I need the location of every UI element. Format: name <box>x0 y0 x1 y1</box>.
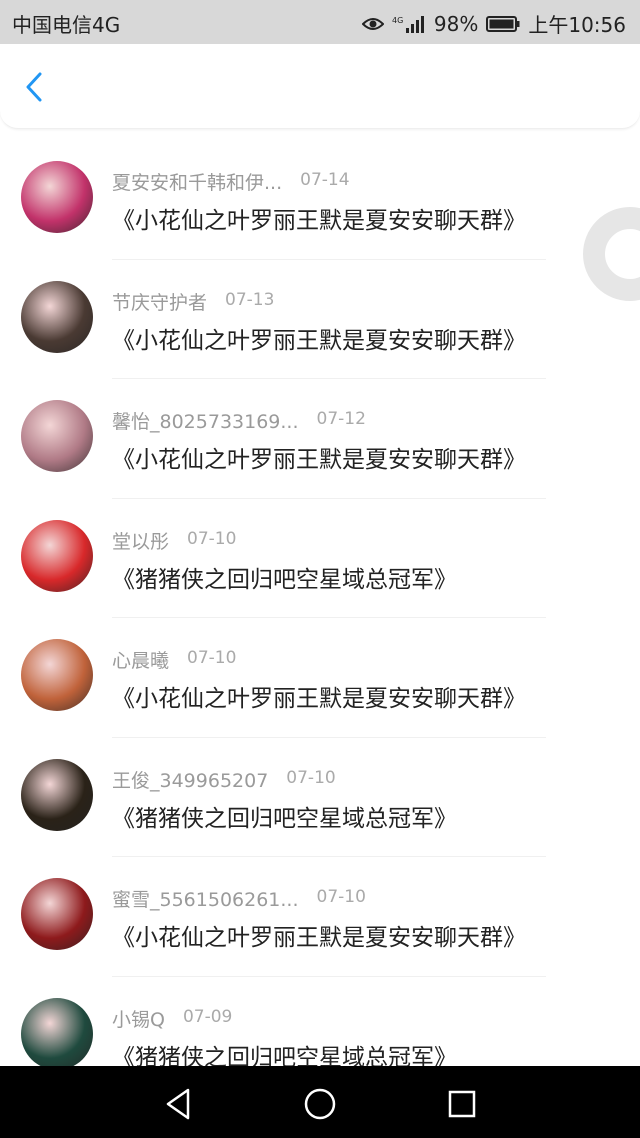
system-nav-bar <box>0 1066 640 1138</box>
sender-name: 小锡Q <box>112 1008 165 1031</box>
nav-back-button[interactable] <box>158 1084 198 1124</box>
avatar <box>21 280 93 353</box>
avatar <box>21 400 93 472</box>
signal-icon: 4G <box>392 15 424 33</box>
chevron-left-icon <box>26 72 42 102</box>
network-type-label: 4G <box>392 16 403 25</box>
avatar <box>21 519 93 592</box>
group-list[interactable]: 夏安安和千韩和伊... 07-14 《小花仙之叶罗丽王默是夏安安聊天群》 节庆守护者 0… <box>0 140 640 1066</box>
date-label: 07-10 <box>187 648 237 668</box>
status-icons: 4G 98% 上午10:56 <box>361 9 626 38</box>
date-label: 07-09 <box>182 1006 233 1027</box>
list-item[interactable]: 王俊_349965207 07-10 《猪猪侠之回归吧空星域总冠军》 <box>0 738 640 857</box>
carrier-label: 中国电信4G <box>12 13 121 37</box>
avatar <box>21 161 93 233</box>
date-label: 07-10 <box>316 887 366 907</box>
group-title: 《小花仙之叶罗丽王默是夏安安聊天群》 <box>112 327 526 354</box>
avatar <box>21 997 93 1066</box>
group-title: 《小花仙之叶罗丽王默是夏安安聊天群》 <box>112 686 526 712</box>
loading-spinner-icon <box>583 207 640 301</box>
status-bar: 中国电信4G 4G 98% 上午10:56 <box>0 0 640 44</box>
list-item[interactable]: 小锡Q 07-09 《猪猪侠之回归吧空星域总冠军》 <box>0 977 640 1067</box>
list-item[interactable]: 蜜雪_5561506261... 07-10 《小花仙之叶罗丽王默是夏安安聊天群》 <box>0 857 640 977</box>
avatar <box>21 878 93 950</box>
group-title: 《小花仙之叶罗丽王默是夏安安聊天群》 <box>112 925 526 951</box>
avatar <box>21 758 93 831</box>
date-label: 07-10 <box>187 528 237 549</box>
nav-home-button[interactable] <box>300 1084 340 1124</box>
list-item[interactable]: 节庆守护者 07-13 《小花仙之叶罗丽王默是夏安安聊天群》 <box>0 260 640 379</box>
list-item[interactable]: 心晨曦 07-10 《小花仙之叶罗丽王默是夏安安聊天群》 <box>0 618 640 738</box>
triangle-back-icon <box>166 1088 190 1120</box>
list-item[interactable]: 馨怡_8025733169... 07-12 《小花仙之叶罗丽王默是夏安安聊天群》 <box>0 379 640 499</box>
date-label: 07-14 <box>300 170 350 190</box>
group-title: 《小花仙之叶罗丽王默是夏安安聊天群》 <box>112 447 526 473</box>
top-bar <box>0 44 640 129</box>
date-label: 07-10 <box>286 767 336 788</box>
nav-recents-button[interactable] <box>442 1084 482 1124</box>
battery-icon <box>486 15 520 32</box>
date-label: 07-13 <box>225 289 275 310</box>
circle-home-icon <box>304 1088 336 1120</box>
group-title: 《猪猪侠之回归吧空星域总冠军》 <box>112 805 457 832</box>
square-recents-icon <box>448 1090 476 1118</box>
group-title: 《小花仙之叶罗丽王默是夏安安聊天群》 <box>112 208 526 234</box>
group-title: 《猪猪侠之回归吧空星域总冠军》 <box>112 566 457 593</box>
date-label: 07-12 <box>316 409 366 429</box>
sender-name: 节庆守护者 <box>112 291 208 314</box>
sender-name: 心晨曦 <box>112 650 170 672</box>
sender-name: 王俊_349965207 <box>112 769 269 792</box>
group-title: 《猪猪侠之回归吧空星域总冠军》 <box>112 1044 457 1067</box>
back-button[interactable] <box>18 70 52 104</box>
battery-percent: 98% <box>433 11 479 36</box>
list-item[interactable]: 堂以彤 07-10 《猪猪侠之回归吧空星域总冠军》 <box>0 499 640 618</box>
avatar <box>21 639 93 711</box>
clock: 上午10:56 <box>528 13 626 37</box>
sender-name: 夏安安和千韩和伊... <box>112 172 283 194</box>
sender-name: 馨怡_8025733169... <box>112 411 299 433</box>
sender-name: 蜜雪_5561506261... <box>112 889 299 911</box>
list-item[interactable]: 夏安安和千韩和伊... 07-14 《小花仙之叶罗丽王默是夏安安聊天群》 <box>0 140 640 260</box>
eye-icon <box>361 17 384 30</box>
sender-name: 堂以彤 <box>112 530 170 553</box>
